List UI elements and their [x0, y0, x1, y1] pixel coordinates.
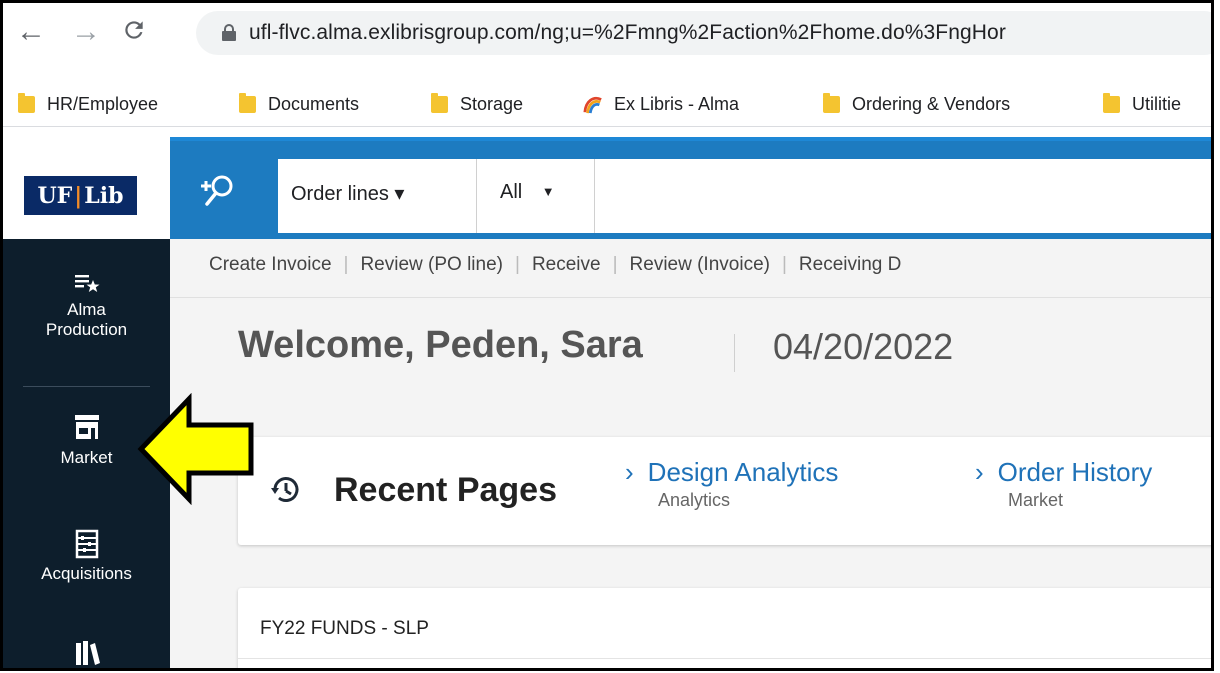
search-type-dropdown[interactable]: Order lines ▾ [291, 181, 404, 206]
logo-lib-text: Lib [84, 182, 124, 209]
url-text: ufl-flvc.alma.exlibrisgroup.com/ng;u=%2F… [249, 21, 1006, 44]
recent-link-label: Design Analytics [647, 457, 839, 487]
advanced-search-icon[interactable] [198, 173, 238, 209]
sidebar-item-acquisitions[interactable]: Acquisitions [3, 529, 170, 584]
bookmark-label: Utilitie [1132, 93, 1182, 114]
bookmark-label: Ex Libris - Alma [614, 93, 740, 114]
back-arrow-icon[interactable]: ← [16, 17, 46, 47]
welcome-divider [734, 334, 735, 372]
history-icon [271, 477, 299, 502]
bookmark-ordering-vendors[interactable]: Ordering & Vendors [823, 92, 1010, 116]
sidebar-divider [23, 386, 150, 387]
funds-widget-title: FY22 FUNDS - SLP [260, 618, 429, 639]
recent-link-order-history[interactable]: › Order History Market [975, 457, 1152, 511]
annotation-arrow-icon [137, 393, 254, 505]
link-receive[interactable]: Receive [532, 254, 601, 275]
header-accent [170, 137, 1211, 141]
folder-icon [823, 92, 840, 113]
search-bar-area: Order lines ▾ All ▼ [170, 137, 1211, 239]
recent-pages-title: Recent Pages [334, 471, 557, 509]
bookmark-label: HR/Employee [47, 93, 159, 114]
recent-link-design-analytics[interactable]: › Design Analytics Analytics [625, 457, 838, 511]
search-divider [594, 159, 595, 233]
folder-icon [18, 92, 35, 113]
screenshot-frame: ← → ufl-flvc.alma.exlibrisgroup.com/ng;u… [0, 0, 1214, 671]
funds-widget: FY22 FUNDS - SLP [238, 588, 1211, 668]
link-review-invoice[interactable]: Review (Invoice) [630, 254, 770, 275]
link-review-po-line[interactable]: Review (PO line) [360, 254, 503, 275]
main-content: Welcome, Peden, Sara 04/20/2022 Recent P… [170, 298, 1211, 668]
books-icon [75, 641, 100, 665]
bookmark-label: Storage [460, 93, 524, 114]
folder-icon [239, 92, 256, 113]
recent-link-sub: Analytics [658, 490, 731, 510]
folder-icon [431, 92, 448, 113]
chevron-right-icon: › [975, 457, 984, 487]
chevron-right-icon: › [625, 457, 634, 487]
alma-header: UF | Lib Order lines ▾ All ▼ [3, 127, 1211, 239]
recent-pages-card: Recent Pages › Design Analytics Analytics… [238, 437, 1211, 545]
sidebar-item-resources[interactable] [3, 637, 170, 668]
reload-icon[interactable] [121, 17, 147, 49]
sidebar-item-alma-production[interactable]: Alma Production [3, 271, 170, 340]
bookmarks-bar: HR/Employee Documents Storage Ex Libris … [3, 82, 1211, 127]
quick-links: Create Invoice | Review (PO line) | Receive |… [209, 254, 902, 275]
search-scope-dropdown[interactable]: All ▼ [500, 181, 555, 204]
bookmark-documents[interactable]: Documents [239, 92, 359, 116]
alma-app: UF | Lib Order lines ▾ All ▼ Alma Produc… [3, 127, 1211, 668]
bookmark-ex-libris-alma[interactable]: Ex Libris - Alma [582, 92, 739, 116]
lock-icon [222, 24, 236, 41]
exlibris-logo-icon [583, 97, 602, 114]
sidebar-label: Production [45, 320, 128, 339]
search-scope-label: All [500, 181, 523, 203]
uf-lib-logo[interactable]: UF | Lib [24, 176, 137, 215]
address-bar[interactable]: ufl-flvc.alma.exlibrisgroup.com/ng;u=%2F… [196, 11, 1211, 55]
bookmark-hr-employee[interactable]: HR/Employee [18, 92, 158, 116]
abacus-icon [75, 529, 98, 559]
bookmark-storage[interactable]: Storage [431, 92, 523, 116]
folder-icon [1103, 92, 1120, 113]
recent-link-label: Order History [997, 457, 1153, 487]
logo-area: UF | Lib [3, 137, 170, 239]
search-divider [476, 159, 477, 233]
link-receiving-department[interactable]: Receiving D [799, 254, 901, 275]
welcome-message: Welcome, Peden, Sara [238, 324, 643, 366]
bookmark-label: Documents [268, 93, 360, 114]
store-icon [74, 415, 99, 439]
funds-divider [238, 658, 1211, 659]
search-box: Order lines ▾ All ▼ [278, 159, 1211, 235]
recent-link-sub: Market [1008, 490, 1064, 510]
welcome-date: 04/20/2022 [773, 326, 954, 367]
sidebar-label: Acquisitions [41, 564, 132, 583]
logo-uf-text: UF [37, 182, 73, 209]
forward-arrow-icon[interactable]: → [71, 17, 101, 47]
quick-links-bar: Create Invoice | Review (PO line) | Receive |… [170, 239, 1211, 298]
list-star-icon [74, 275, 99, 292]
link-create-invoice[interactable]: Create Invoice [209, 254, 332, 275]
bookmark-label: Ordering & Vendors [852, 93, 1011, 114]
sidebar-label: Alma [67, 300, 106, 319]
bookmark-utilities[interactable]: Utilitie [1103, 92, 1181, 116]
caret-down-icon: ▼ [541, 184, 555, 199]
search-input[interactable] [596, 159, 1211, 235]
browser-toolbar: ← → ufl-flvc.alma.exlibrisgroup.com/ng;u… [3, 3, 1211, 82]
